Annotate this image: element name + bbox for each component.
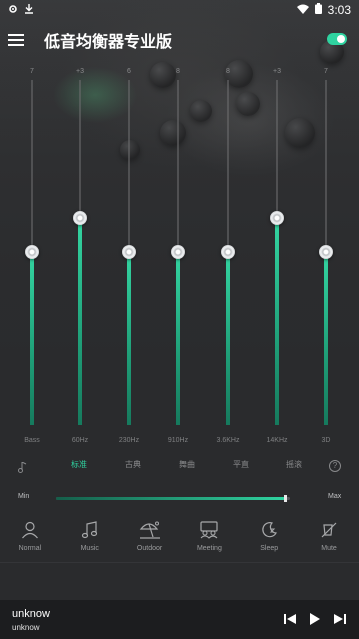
eq-band-fill <box>226 252 230 425</box>
eq-band-label: 14KHz <box>266 437 288 444</box>
equalizer-power-toggle[interactable] <box>327 33 347 45</box>
volume-track[interactable] <box>56 495 290 502</box>
eq-band[interactable]: 8 910Hz <box>163 60 193 450</box>
eq-band-fill <box>127 252 131 425</box>
eq-band-label: 230Hz <box>118 437 140 444</box>
mode-label: Music <box>80 545 99 552</box>
mode-sleep[interactable]: Sleep <box>244 515 294 552</box>
wifi-icon <box>296 3 309 17</box>
mode-outdoor[interactable]: Outdoor <box>125 515 175 552</box>
hamburger-menu-icon <box>8 34 24 46</box>
mode-label: Meeting <box>196 545 222 552</box>
mute-icon <box>321 522 337 538</box>
eq-band-label: 3D <box>321 437 331 444</box>
help-button[interactable]: ? <box>329 460 341 472</box>
eq-band-label: 60Hz <box>71 437 89 444</box>
mode-music[interactable]: Music <box>65 515 115 552</box>
preset-tab[interactable]: 古典 <box>113 459 153 470</box>
preset-tab[interactable]: 平直 <box>221 459 261 470</box>
download-icon <box>24 3 34 17</box>
volume-min-label: Min <box>18 493 30 500</box>
song-title: unknow <box>12 608 50 620</box>
eq-band[interactable]: 7 3D <box>311 60 341 450</box>
person-icon <box>21 521 38 539</box>
settings-gear-icon <box>8 3 18 17</box>
music-note-icon[interactable] <box>18 460 27 478</box>
beach-umbrella-icon <box>139 521 160 539</box>
eq-band-label: Bass <box>24 437 40 444</box>
previous-button[interactable] <box>283 612 297 626</box>
volume-slider[interactable]: Min Max <box>0 490 359 506</box>
eq-band-thumb[interactable] <box>25 245 39 259</box>
eq-band-thumb[interactable] <box>270 211 284 225</box>
eq-band-fill <box>324 252 328 425</box>
mode-mute[interactable]: Mute <box>304 515 354 552</box>
mode-label: Normal <box>18 545 42 552</box>
next-button[interactable] <box>333 612 347 626</box>
mode-normal[interactable]: Normal <box>5 515 55 552</box>
play-icon <box>310 613 320 625</box>
eq-band-fill <box>30 252 34 425</box>
eq-band-top-label: 8 <box>176 68 180 75</box>
eq-band-thumb[interactable] <box>319 245 333 259</box>
volume-thumb[interactable] <box>284 495 287 502</box>
eq-band[interactable]: +3 14KHz <box>262 60 292 450</box>
preset-tab[interactable]: 标准 <box>59 459 99 470</box>
eq-band[interactable]: 6 230Hz <box>114 60 144 450</box>
volume-max-label: Max <box>328 493 342 500</box>
volume-fill <box>56 497 285 500</box>
eq-band-label: 910Hz <box>167 437 189 444</box>
preset-tab[interactable]: 舞曲 <box>167 459 207 470</box>
play-button[interactable] <box>308 612 322 626</box>
eq-band-thumb[interactable] <box>221 245 235 259</box>
app-toolbar: 低音均衡器专业版 <box>0 22 359 58</box>
preset-tab[interactable]: 摇滚 <box>274 459 314 470</box>
eq-band-top-label: 6 <box>127 68 131 75</box>
eq-band-thumb[interactable] <box>171 245 185 259</box>
mode-label: Outdoor <box>136 545 163 552</box>
menu-button[interactable] <box>0 22 36 58</box>
eq-band-top-label: 7 <box>30 68 34 75</box>
eq-band-thumb[interactable] <box>73 211 87 225</box>
song-artist: unknow <box>12 623 40 632</box>
mode-label: Sleep <box>260 545 279 552</box>
status-bar: 3:03 <box>0 0 359 20</box>
skip-previous-icon <box>284 614 296 624</box>
equalizer-panel: 7 Bass +3 60Hz 6 230Hz 8 910Hz 8 3.6KHz +3 14KHz 7 3D <box>0 60 359 450</box>
eq-band-top-label: +3 <box>273 68 281 75</box>
eq-band-label: 3.6KHz <box>216 437 240 444</box>
battery-icon <box>314 3 322 17</box>
mini-player[interactable]: unknow unknow <box>0 600 359 639</box>
eq-band[interactable]: 7 Bass <box>17 60 47 450</box>
mode-label: Mute <box>321 545 337 552</box>
music-note-icon <box>81 521 97 539</box>
app-title: 低音均衡器专业版 <box>44 34 173 51</box>
skip-next-icon <box>334 614 346 624</box>
eq-band-top-label: +3 <box>76 68 84 75</box>
eq-band-fill <box>78 218 82 425</box>
moon-icon <box>262 522 278 538</box>
eq-band-top-label: 7 <box>324 68 328 75</box>
eq-band-thumb[interactable] <box>122 245 136 259</box>
eq-band-fill <box>176 252 180 425</box>
preset-tabs: ? 标准 古典 舞曲 平直 摇滚 <box>0 455 359 479</box>
eq-band[interactable]: +3 60Hz <box>65 60 95 450</box>
mode-meeting[interactable]: Meeting <box>184 515 234 552</box>
eq-band-fill <box>275 218 279 425</box>
eq-band[interactable]: 8 3.6KHz <box>213 60 243 450</box>
sound-modes: Normal Music Outdoor Meeting Sleep Mute <box>0 515 359 565</box>
status-time: 3:03 <box>327 3 351 17</box>
eq-band-top-label: 8 <box>226 68 230 75</box>
meeting-people-icon <box>200 521 218 539</box>
